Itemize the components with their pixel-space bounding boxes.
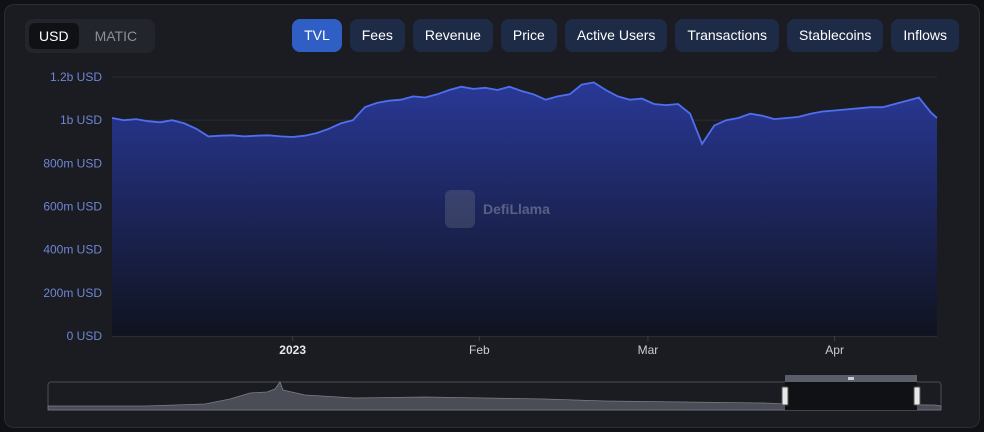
y-tick-label: 1.2b USD bbox=[50, 70, 102, 84]
y-tick-label: 1b USD bbox=[60, 113, 102, 127]
defillama-logo-icon bbox=[445, 190, 475, 228]
brush-handle[interactable] bbox=[781, 386, 789, 406]
y-tick-label: 200m USD bbox=[43, 286, 102, 300]
grip-icon bbox=[848, 377, 854, 380]
y-tick-label: 600m USD bbox=[43, 200, 102, 214]
x-tick-label: 2023 bbox=[279, 343, 306, 357]
brush-selection[interactable] bbox=[785, 382, 917, 410]
watermark: DefiLlama bbox=[445, 190, 550, 228]
watermark-text: DefiLlama bbox=[483, 201, 550, 217]
y-tick-label: 400m USD bbox=[43, 243, 102, 257]
x-tick-label: Feb bbox=[469, 343, 490, 357]
x-tick-label: Mar bbox=[638, 343, 659, 357]
x-tick-label: Apr bbox=[825, 343, 844, 357]
brush-handle[interactable] bbox=[913, 386, 921, 406]
chart-panel: USD MATIC TVL Fees Revenue Price Active … bbox=[4, 4, 980, 428]
y-tick-label: 800m USD bbox=[43, 156, 102, 170]
y-tick-label: 0 USD bbox=[67, 329, 103, 343]
